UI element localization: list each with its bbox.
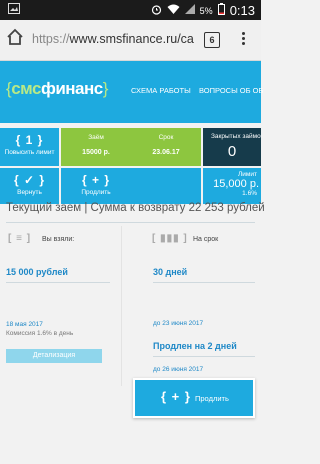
limit-label: Лимит xyxy=(238,171,257,178)
overflow-menu-icon[interactable] xyxy=(240,30,246,48)
clock: 0:13 xyxy=(229,3,255,18)
brace-plus-icon: { + } xyxy=(81,173,110,187)
battery-icon xyxy=(217,3,225,18)
return-label: Вернуть xyxy=(17,189,42,196)
prolong-label: Продлить xyxy=(81,189,111,196)
increase-limit-tile[interactable]: { 1 } Повысить лимит xyxy=(0,128,59,166)
took-label: Вы взяли: xyxy=(42,236,75,243)
wifi-icon xyxy=(167,4,180,18)
extended-underline xyxy=(153,356,255,357)
alarm-icon xyxy=(151,4,162,18)
calendar-bars-icon: [ ▮▮▮ ] xyxy=(152,233,188,244)
increase-limit-label: Повысить лимит xyxy=(4,149,55,156)
loan-date: 18 мая 2017 xyxy=(6,321,43,328)
url-protocol: https:// xyxy=(32,32,70,46)
term-underline xyxy=(153,282,255,283)
loan-label: Заём xyxy=(88,134,104,141)
url-text: www.smsfinance.ru/cabir xyxy=(69,32,194,46)
home-icon[interactable] xyxy=(6,28,24,46)
details-button[interactable]: Детализация xyxy=(6,349,102,363)
term-value: 23.06.17 xyxy=(152,149,180,156)
commission-text: Комиссия 1.6% в день xyxy=(6,330,74,337)
loan-amount-tile: Заём 15000 р. xyxy=(61,128,131,166)
extended-text: Продлен на 2 дней xyxy=(153,341,237,351)
new-due-date: до 26 июня 2017 xyxy=(153,366,204,373)
loan-term: 30 дней xyxy=(153,267,188,277)
brace-check-icon: { ✓ } xyxy=(13,173,46,187)
limit-rate: 1.6% xyxy=(242,190,257,197)
loan-value: 15000 р. xyxy=(82,149,110,156)
status-bar: 5% 0:13 xyxy=(0,0,261,20)
list-icon: [ ≡ ] xyxy=(8,233,32,244)
brace-one-icon: { 1 } xyxy=(15,133,44,147)
prolong-tile[interactable]: { + } Продлить xyxy=(61,168,131,204)
due-date: до 23 июня 2017 xyxy=(153,320,204,327)
site-header: {смсфинанс} СХЕМА РАБОТЫ ВОПРОСЫ ОБ ОБ xyxy=(0,61,263,123)
prolong-button-label: Продлить xyxy=(195,394,229,403)
closed-loans-label: Закрытых займо xyxy=(211,133,261,140)
term-label-right: На срок xyxy=(193,236,219,243)
closed-loans-tile: Закрытых займо 0 xyxy=(203,128,261,166)
loan-amount: 15 000 рублей xyxy=(6,267,68,277)
nav-link-scheme[interactable]: СХЕМА РАБОТЫ xyxy=(131,86,191,95)
nav-link-faq[interactable]: ВОПРОСЫ ОБ ОБ xyxy=(199,86,263,95)
signal-icon xyxy=(184,3,195,18)
column-divider xyxy=(121,226,122,386)
brace-plus-icon: { + } xyxy=(161,389,191,404)
limit-value: 15,000 р. xyxy=(213,178,259,190)
empty-tile xyxy=(131,168,201,204)
limit-tile: Лимит 15,000 р. 1.6% xyxy=(203,168,261,204)
term-label: Срок xyxy=(158,134,174,141)
tab-switcher-button[interactable]: 6 xyxy=(204,32,220,48)
image-icon xyxy=(8,3,20,17)
amount-underline xyxy=(6,282,110,283)
closed-loans-value: 0 xyxy=(227,143,237,160)
address-bar[interactable]: https://www.smsfinance.ru/cabir xyxy=(32,28,194,50)
divider xyxy=(6,222,255,223)
battery-percent: 5% xyxy=(199,5,213,16)
browser-toolbar: https://www.smsfinance.ru/cabir 6 xyxy=(0,20,261,61)
prolong-button[interactable]: { + } Продлить xyxy=(135,380,253,416)
current-loan-title: Текущий заем | Сумма к возврату 22 253 р… xyxy=(6,202,265,214)
site-logo[interactable]: {смсфинанс} xyxy=(6,79,108,99)
return-tile[interactable]: { ✓ } Вернуть xyxy=(0,168,59,204)
term-tile: Срок 23.06.17 xyxy=(131,128,201,166)
